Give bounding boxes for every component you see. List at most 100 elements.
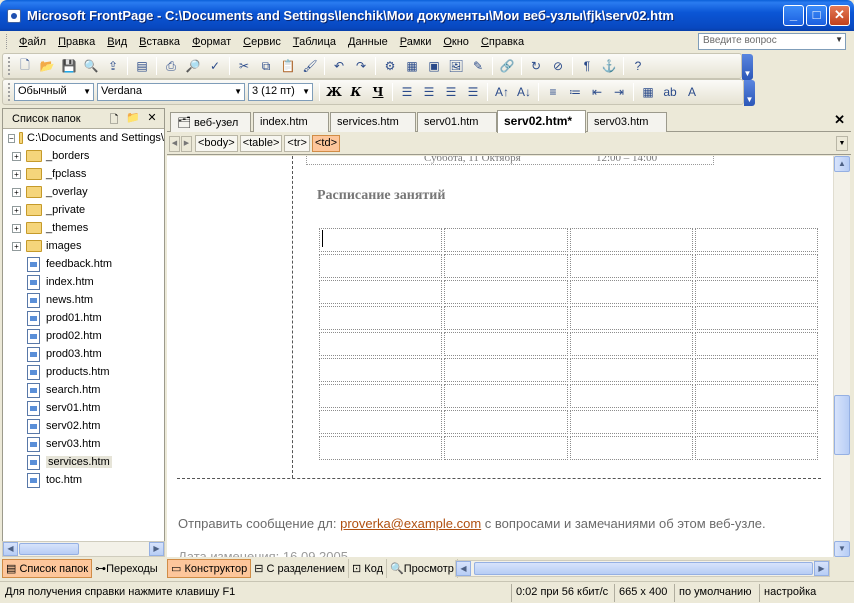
toolbar-grip[interactable] [8,83,11,101]
menu-edit[interactable]: Правка [52,36,101,48]
tab-index[interactable]: index.htm [253,112,329,132]
table-cell[interactable] [444,436,568,460]
align-left-icon[interactable]: ☰ [398,83,416,101]
increase-font-icon[interactable]: A↑ [493,83,511,101]
italic-button[interactable]: К [346,83,366,101]
tab-web-site[interactable]: 🗂 веб-узел [170,112,251,132]
align-center-icon[interactable]: ☰ [420,83,438,101]
footer-email-link[interactable]: proverka@example.com [340,516,481,531]
scroll-thumb[interactable] [834,395,850,455]
expand-icon[interactable]: + [12,187,21,197]
scroll-right-icon[interactable]: ▶ [814,561,829,576]
tree-root[interactable]: − C:\Documents and Settings\ [3,129,164,147]
cut-icon[interactable]: ✂ [235,57,253,75]
table-cell[interactable] [694,280,818,304]
stop-icon[interactable]: ⊘ [549,57,567,75]
refresh-icon[interactable]: ↻ [527,57,545,75]
tree-file[interactable]: serv03.htm [3,435,164,453]
table-cell[interactable] [319,254,443,278]
numbered-list-icon[interactable]: ≡ [544,83,562,101]
table-cell[interactable] [444,384,568,408]
table-cell[interactable] [694,384,818,408]
tree-file[interactable]: serv02.htm [3,417,164,435]
tab-code-view[interactable]: ⊡ Код [349,559,387,578]
tag-table[interactable]: <table> [239,135,283,152]
tree-file[interactable]: prod01.htm [3,309,164,327]
menu-format[interactable]: Формат [186,36,237,48]
next-tag-icon[interactable]: ▶ [181,135,192,152]
tag-td[interactable]: <td> [311,135,341,152]
table-cell[interactable] [694,228,818,252]
tree-folder[interactable]: + _overlay [3,183,164,201]
undo-icon[interactable]: ↶ [330,57,348,75]
hyperlink-icon[interactable]: 🔗 [498,57,516,75]
print-icon[interactable]: ⎙ [162,57,180,75]
redo-icon[interactable]: ↷ [352,57,370,75]
tab-folder-list[interactable]: ▤ Список папок [2,559,93,578]
previous-tag-icon[interactable]: ◀ [169,135,180,152]
tab-preview-view[interactable]: 🔍 Просмотр [387,559,458,578]
format-painter-icon[interactable]: 🖌 [301,57,319,75]
tree-file[interactable]: index.htm [3,273,164,291]
preview-in-browser-icon[interactable]: 🔎 [184,57,202,75]
scroll-down-icon[interactable]: ▼ [834,541,850,557]
frontpage-icon[interactable] [7,8,21,23]
minimize-button[interactable]: _ [783,5,804,26]
close-button[interactable]: ✕ [829,5,850,26]
tree-folder[interactable]: + images [3,237,164,255]
insert-table-icon[interactable]: ▦ [403,57,421,75]
scroll-left-icon[interactable]: ◀ [3,542,18,556]
table-cell[interactable] [319,306,443,330]
font-size-select[interactable]: 3 (12 пт) ▼ [248,83,313,101]
folder-pane-scrollbar[interactable]: ◀ ▶ [2,541,165,557]
scroll-thumb[interactable] [474,562,813,575]
search-icon[interactable]: 🔍 [82,57,100,75]
table-cell[interactable] [569,254,693,278]
tab-split-view[interactable]: ⊟ С разделением [251,559,349,578]
increase-indent-icon[interactable]: ⇥ [610,83,628,101]
tag-body[interactable]: <body> [195,135,238,152]
table-cell[interactable] [319,384,443,408]
table-cell[interactable] [569,410,693,434]
expand-icon[interactable]: + [12,151,21,161]
web-component-icon[interactable]: ⚙ [381,57,399,75]
show-all-icon[interactable]: ¶ [578,57,596,75]
table-cell[interactable] [569,228,693,252]
font-color-icon[interactable]: A [683,83,701,101]
table-cell[interactable] [694,410,818,434]
insert-picture-icon[interactable]: 🖼 [447,57,465,75]
highlight-icon[interactable]: ab [661,83,679,101]
bulleted-list-icon[interactable]: ≔ [566,83,584,101]
table-cell[interactable] [319,358,443,382]
table-cell[interactable] [319,228,443,252]
menu-file[interactable]: Файл [13,36,52,48]
tree-file[interactable]: toc.htm [3,471,164,489]
font-select[interactable]: Verdana ▼ [97,83,245,101]
menu-tools[interactable]: Сервис [237,36,287,48]
table-cell[interactable] [444,280,568,304]
table-cell[interactable] [444,410,568,434]
close-icon[interactable]: ✕ [144,111,160,127]
tag-tr[interactable]: <tr> [284,135,310,152]
decrease-font-icon[interactable]: A↓ [515,83,533,101]
table-cell[interactable] [319,280,443,304]
table-cell[interactable] [319,410,443,434]
table-cell[interactable] [569,332,693,356]
status-download-time[interactable]: 0:02 при 56 кбит/с [511,583,614,602]
tree-folder[interactable]: + _private [3,201,164,219]
table-cell[interactable] [444,228,568,252]
section-heading[interactable]: Расписание занятий [317,188,445,204]
tree-folder[interactable]: + _themes [3,219,164,237]
tab-navigation[interactable]: ⊶ Переходы [92,559,161,578]
tree-file[interactable]: search.htm [3,381,164,399]
tree-file-selected[interactable]: services.htm [3,453,164,471]
toolbar-grip[interactable] [8,57,11,75]
expand-icon[interactable]: + [12,223,21,233]
spelling-icon[interactable]: ✓ [206,57,224,75]
menu-view[interactable]: Вид [101,36,133,48]
table-cell[interactable] [569,384,693,408]
chevron-down-icon[interactable]: ▼ [302,84,310,100]
table-cell[interactable] [569,358,693,382]
menu-frames[interactable]: Рамки [394,36,438,48]
table-cell[interactable] [694,436,818,460]
